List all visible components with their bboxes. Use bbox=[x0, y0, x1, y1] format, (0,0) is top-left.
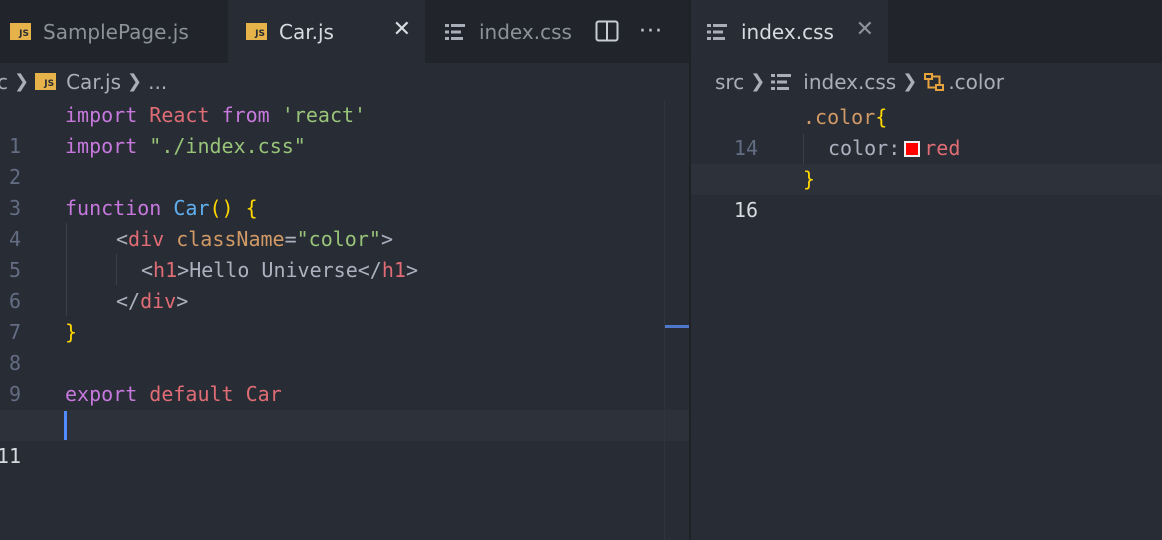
close-tab-icon[interactable]: ✕ bbox=[393, 19, 411, 41]
split-editor-button[interactable] bbox=[592, 16, 622, 46]
code-line: 10 export default Car bbox=[0, 382, 282, 437]
code-line: 6 <h1>Hello Universe</h1> bbox=[8, 258, 418, 313]
breadcrumb-file[interactable]: JS Car.js bbox=[35, 70, 121, 94]
chevron-right-icon: ❯ bbox=[750, 71, 766, 92]
breadcrumb-folder[interactable]: src bbox=[715, 70, 744, 94]
breadcrumb-file[interactable]: index.css bbox=[771, 70, 896, 94]
code-line: 7 </div> bbox=[8, 289, 189, 344]
breadcrumb: src ❯ index.css ❯ .color bbox=[691, 63, 1162, 100]
tab-car-js[interactable]: JS Car.js ✕ bbox=[228, 0, 425, 63]
js-file-icon: JS bbox=[35, 73, 57, 90]
cursor-position-marker bbox=[665, 325, 689, 328]
split-editor-icon bbox=[595, 20, 619, 42]
code-line: 4 function Car() { bbox=[8, 196, 258, 251]
code-line: 15 color:red bbox=[734, 136, 961, 191]
right-tab-bar: index.css ✕ bbox=[691, 0, 1162, 63]
code-editor-right[interactable]: 14 .color{ 15 color:red 16 } bbox=[691, 100, 1162, 540]
code-line: 14 .color{ bbox=[733, 105, 888, 160]
breadcrumb-symbol[interactable]: .color bbox=[923, 70, 1004, 94]
close-tab-icon[interactable]: ✕ bbox=[856, 19, 874, 41]
left-tab-bar: JS SamplePage.js JS Car.js ✕ index.css ·… bbox=[0, 0, 689, 63]
code-line: 8 } bbox=[8, 320, 78, 375]
code-line-current: 11 bbox=[0, 410, 689, 468]
code-line-current: 16 } bbox=[691, 164, 1162, 222]
code-line: 2 import "./index.css" bbox=[8, 134, 306, 189]
js-file-icon: JS bbox=[10, 23, 31, 40]
color-swatch[interactable] bbox=[904, 141, 921, 157]
right-editor-group: index.css ✕ src ❯ index.css ❯ .color 14 … bbox=[691, 0, 1162, 540]
more-actions-button[interactable]: ··· bbox=[636, 16, 666, 46]
chevron-right-icon: ❯ bbox=[127, 71, 143, 92]
left-editor-group: JS SamplePage.js JS Car.js ✕ index.css ·… bbox=[0, 0, 689, 540]
tab-index-css[interactable]: index.css bbox=[427, 0, 587, 63]
chevron-right-icon: ❯ bbox=[14, 71, 30, 92]
code-line: 9 bbox=[8, 382, 21, 406]
css-file-icon bbox=[445, 23, 465, 40]
code-line: 3 bbox=[8, 196, 21, 220]
code-line: 5 <div className="color"> bbox=[8, 227, 393, 282]
breadcrumb-symbol[interactable]: ... bbox=[148, 70, 167, 94]
js-file-icon: JS bbox=[246, 23, 267, 40]
text-cursor bbox=[64, 411, 67, 440]
code-editor-left[interactable]: 1 import React from 'react' 2 import "./… bbox=[0, 100, 689, 540]
css-file-icon bbox=[707, 23, 727, 40]
tab-samplepage-js[interactable]: JS SamplePage.js bbox=[0, 0, 226, 63]
chevron-right-icon: ❯ bbox=[902, 71, 918, 92]
breadcrumb: c ❯ JS Car.js ❯ ... bbox=[0, 63, 689, 100]
tab-index-css-right[interactable]: index.css ✕ bbox=[691, 0, 888, 63]
css-selector-icon bbox=[924, 72, 945, 91]
breadcrumb-folder[interactable]: c bbox=[0, 70, 8, 94]
vertical-scrollbar[interactable] bbox=[664, 100, 665, 540]
css-file-icon bbox=[771, 73, 792, 90]
code-line: 1 import React from 'react' bbox=[8, 103, 367, 158]
